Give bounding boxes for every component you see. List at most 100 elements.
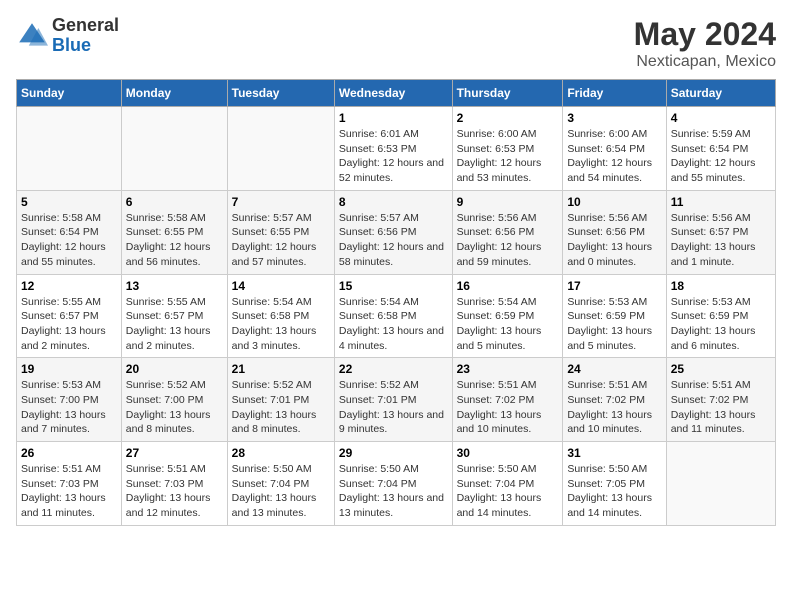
daylight-label: Daylight: 13 hours and 8 minutes.: [232, 409, 317, 436]
calendar-cell: 11 Sunrise: 5:56 AM Sunset: 6:57 PM Dayl…: [666, 190, 775, 274]
daylight-label: Daylight: 13 hours and 6 minutes.: [671, 325, 756, 352]
daylight-label: Daylight: 12 hours and 58 minutes.: [339, 241, 444, 268]
calendar-week-5: 26 Sunrise: 5:51 AM Sunset: 7:03 PM Dayl…: [17, 442, 776, 526]
day-number: 27: [126, 446, 223, 460]
day-number: 5: [21, 195, 117, 209]
daylight-label: Daylight: 13 hours and 13 minutes.: [339, 492, 444, 519]
day-number: 12: [21, 279, 117, 293]
calendar-cell: 20 Sunrise: 5:52 AM Sunset: 7:00 PM Dayl…: [121, 358, 227, 442]
day-info: Sunrise: 5:51 AM Sunset: 7:03 PM Dayligh…: [126, 462, 223, 521]
daylight-label: Daylight: 12 hours and 52 minutes.: [339, 157, 444, 184]
day-info: Sunrise: 6:00 AM Sunset: 6:53 PM Dayligh…: [457, 127, 559, 186]
sunrise-label: Sunrise: 5:57 AM: [232, 212, 312, 224]
day-info: Sunrise: 5:54 AM Sunset: 6:59 PM Dayligh…: [457, 295, 559, 354]
sunrise-label: Sunrise: 5:53 AM: [21, 379, 101, 391]
calendar-cell: 29 Sunrise: 5:50 AM Sunset: 7:04 PM Dayl…: [334, 442, 452, 526]
calendar-cell: 19 Sunrise: 5:53 AM Sunset: 7:00 PM Dayl…: [17, 358, 122, 442]
header-thursday: Thursday: [452, 80, 563, 107]
day-info: Sunrise: 5:57 AM Sunset: 6:56 PM Dayligh…: [339, 211, 448, 270]
calendar-cell: 23 Sunrise: 5:51 AM Sunset: 7:02 PM Dayl…: [452, 358, 563, 442]
daylight-label: Daylight: 13 hours and 1 minute.: [671, 241, 756, 268]
day-info: Sunrise: 5:50 AM Sunset: 7:05 PM Dayligh…: [567, 462, 661, 521]
sunset-label: Sunset: 6:56 PM: [339, 226, 417, 238]
day-number: 17: [567, 279, 661, 293]
daylight-label: Daylight: 12 hours and 53 minutes.: [457, 157, 542, 184]
daylight-label: Daylight: 13 hours and 2 minutes.: [21, 325, 106, 352]
sunrise-label: Sunrise: 5:57 AM: [339, 212, 419, 224]
calendar-cell: 1 Sunrise: 6:01 AM Sunset: 6:53 PM Dayli…: [334, 107, 452, 191]
sunset-label: Sunset: 6:59 PM: [671, 310, 749, 322]
sunrise-label: Sunrise: 5:51 AM: [126, 463, 206, 475]
calendar-cell: 7 Sunrise: 5:57 AM Sunset: 6:55 PM Dayli…: [227, 190, 334, 274]
day-info: Sunrise: 5:51 AM Sunset: 7:02 PM Dayligh…: [567, 378, 661, 437]
header-sunday: Sunday: [17, 80, 122, 107]
logo-icon: [16, 20, 48, 52]
sunset-label: Sunset: 6:56 PM: [457, 226, 535, 238]
sunset-label: Sunset: 6:53 PM: [457, 143, 535, 155]
sunset-label: Sunset: 7:01 PM: [339, 394, 417, 406]
day-number: 18: [671, 279, 771, 293]
day-info: Sunrise: 5:51 AM Sunset: 7:02 PM Dayligh…: [457, 378, 559, 437]
calendar-cell: 17 Sunrise: 5:53 AM Sunset: 6:59 PM Dayl…: [563, 274, 666, 358]
sunrise-label: Sunrise: 5:51 AM: [671, 379, 751, 391]
sunrise-label: Sunrise: 5:54 AM: [457, 296, 537, 308]
day-number: 13: [126, 279, 223, 293]
sunrise-label: Sunrise: 5:53 AM: [567, 296, 647, 308]
title-block: May 2024 Nexticapan, Mexico: [634, 16, 776, 71]
sunset-label: Sunset: 6:59 PM: [457, 310, 535, 322]
day-info: Sunrise: 5:51 AM Sunset: 7:03 PM Dayligh…: [21, 462, 117, 521]
day-number: 21: [232, 362, 330, 376]
calendar-cell: 24 Sunrise: 5:51 AM Sunset: 7:02 PM Dayl…: [563, 358, 666, 442]
header-row: Sunday Monday Tuesday Wednesday Thursday…: [17, 80, 776, 107]
day-number: 29: [339, 446, 448, 460]
day-number: 31: [567, 446, 661, 460]
day-info: Sunrise: 5:54 AM Sunset: 6:58 PM Dayligh…: [232, 295, 330, 354]
sunset-label: Sunset: 6:57 PM: [671, 226, 749, 238]
day-info: Sunrise: 5:52 AM Sunset: 7:00 PM Dayligh…: [126, 378, 223, 437]
logo: General Blue: [16, 16, 119, 56]
calendar-cell: 30 Sunrise: 5:50 AM Sunset: 7:04 PM Dayl…: [452, 442, 563, 526]
sunset-label: Sunset: 6:57 PM: [21, 310, 99, 322]
daylight-label: Daylight: 13 hours and 11 minutes.: [21, 492, 106, 519]
sunrise-label: Sunrise: 5:56 AM: [671, 212, 751, 224]
page-header: General Blue May 2024 Nexticapan, Mexico: [16, 16, 776, 71]
header-friday: Friday: [563, 80, 666, 107]
calendar-cell: 12 Sunrise: 5:55 AM Sunset: 6:57 PM Dayl…: [17, 274, 122, 358]
daylight-label: Daylight: 13 hours and 12 minutes.: [126, 492, 211, 519]
calendar-cell: 8 Sunrise: 5:57 AM Sunset: 6:56 PM Dayli…: [334, 190, 452, 274]
sunrise-label: Sunrise: 5:50 AM: [339, 463, 419, 475]
calendar-header: Sunday Monday Tuesday Wednesday Thursday…: [17, 80, 776, 107]
day-number: 9: [457, 195, 559, 209]
sunset-label: Sunset: 6:56 PM: [567, 226, 645, 238]
sunset-label: Sunset: 7:03 PM: [126, 478, 204, 490]
calendar-subtitle: Nexticapan, Mexico: [634, 53, 776, 71]
sunrise-label: Sunrise: 5:52 AM: [232, 379, 312, 391]
sunset-label: Sunset: 6:57 PM: [126, 310, 204, 322]
sunrise-label: Sunrise: 5:51 AM: [457, 379, 537, 391]
day-number: 2: [457, 111, 559, 125]
sunrise-label: Sunrise: 5:50 AM: [567, 463, 647, 475]
day-info: Sunrise: 5:58 AM Sunset: 6:54 PM Dayligh…: [21, 211, 117, 270]
header-monday: Monday: [121, 80, 227, 107]
sunrise-label: Sunrise: 6:00 AM: [457, 128, 537, 140]
sunrise-label: Sunrise: 5:55 AM: [21, 296, 101, 308]
day-number: 22: [339, 362, 448, 376]
daylight-label: Daylight: 13 hours and 7 minutes.: [21, 409, 106, 436]
daylight-label: Daylight: 13 hours and 5 minutes.: [457, 325, 542, 352]
day-number: 23: [457, 362, 559, 376]
daylight-label: Daylight: 13 hours and 5 minutes.: [567, 325, 652, 352]
day-info: Sunrise: 6:00 AM Sunset: 6:54 PM Dayligh…: [567, 127, 661, 186]
sunset-label: Sunset: 7:00 PM: [126, 394, 204, 406]
sunset-label: Sunset: 6:55 PM: [232, 226, 310, 238]
calendar-cell: 15 Sunrise: 5:54 AM Sunset: 6:58 PM Dayl…: [334, 274, 452, 358]
daylight-label: Daylight: 12 hours and 56 minutes.: [126, 241, 211, 268]
sunrise-label: Sunrise: 5:56 AM: [457, 212, 537, 224]
daylight-label: Daylight: 13 hours and 14 minutes.: [567, 492, 652, 519]
day-number: 1: [339, 111, 448, 125]
sunset-label: Sunset: 7:05 PM: [567, 478, 645, 490]
daylight-label: Daylight: 13 hours and 11 minutes.: [671, 409, 756, 436]
calendar-cell: 31 Sunrise: 5:50 AM Sunset: 7:05 PM Dayl…: [563, 442, 666, 526]
calendar-cell: 3 Sunrise: 6:00 AM Sunset: 6:54 PM Dayli…: [563, 107, 666, 191]
sunset-label: Sunset: 6:54 PM: [567, 143, 645, 155]
sunset-label: Sunset: 7:02 PM: [567, 394, 645, 406]
